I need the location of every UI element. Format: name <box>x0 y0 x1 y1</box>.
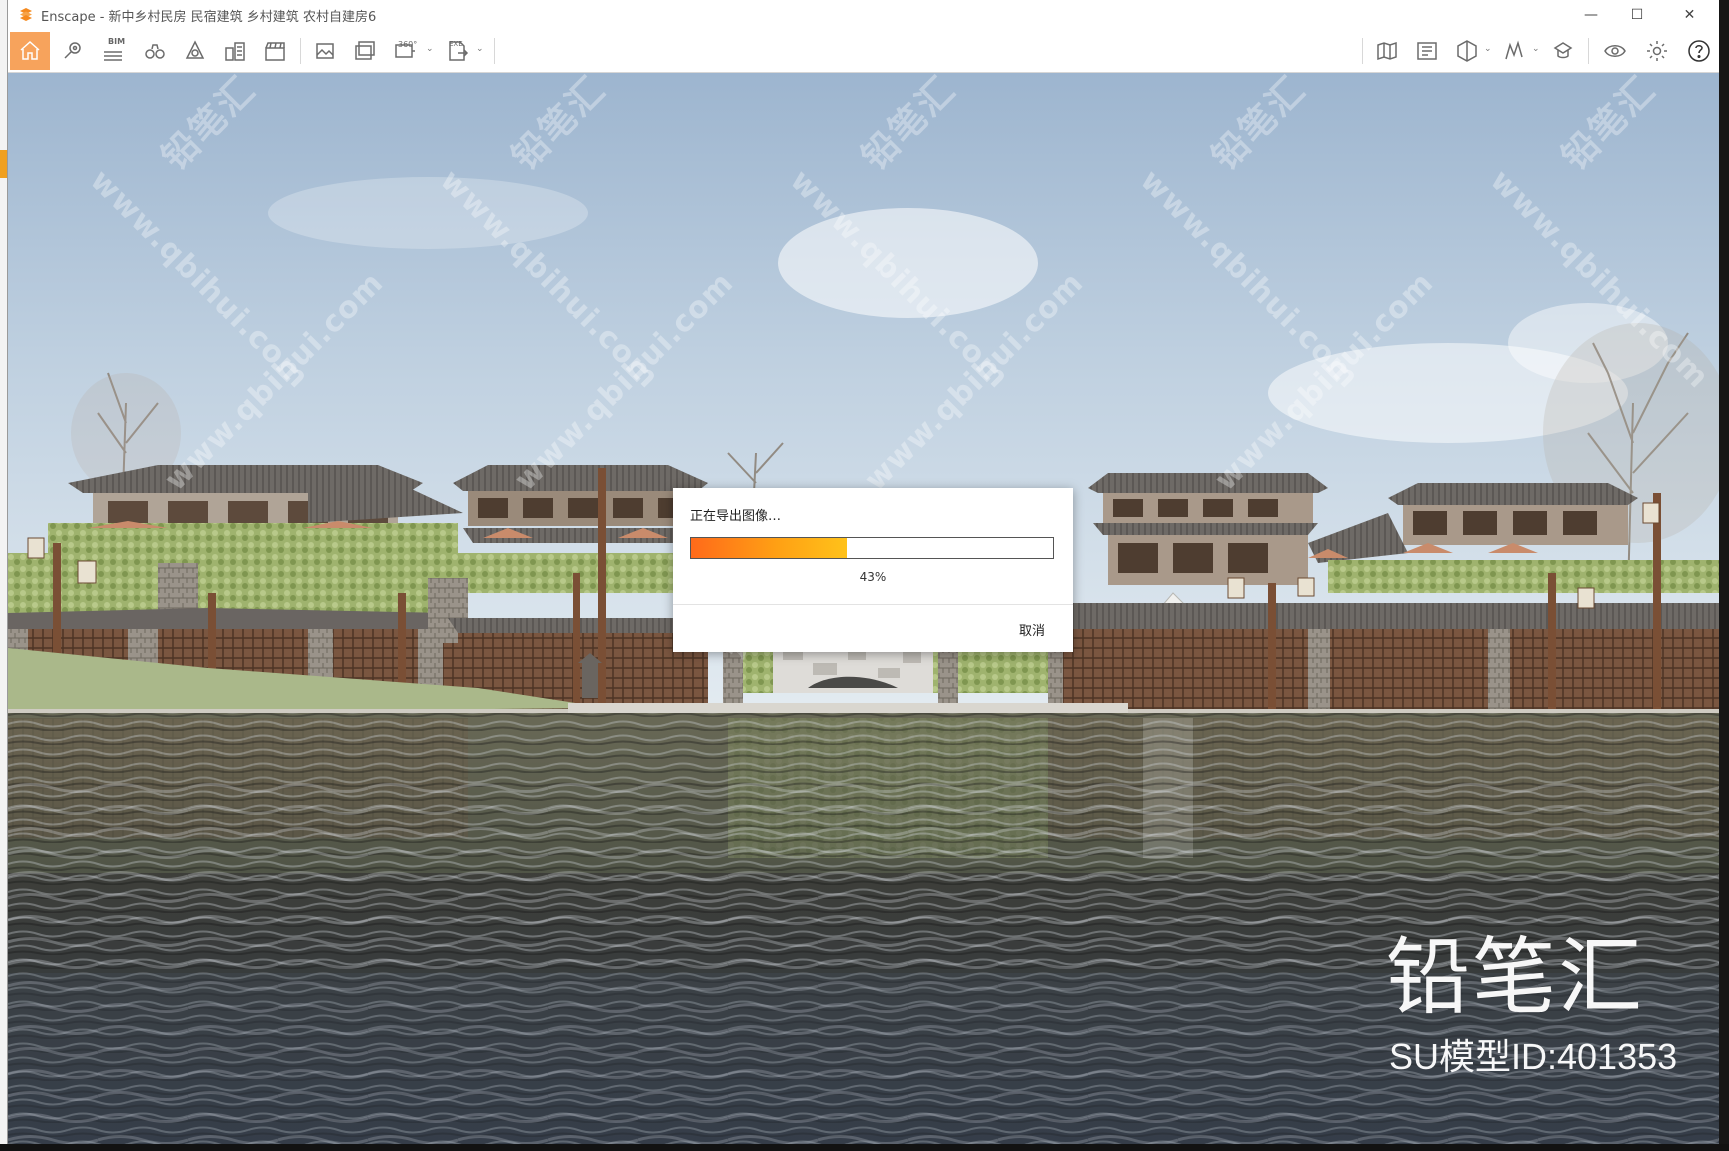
window-title: Enscape - 新中乡村民房 民宿建筑 乡村建筑 农村自建房6 <box>41 10 377 25</box>
minimize-button[interactable]: — <box>1568 0 1614 30</box>
toolbar-separator <box>1362 38 1363 64</box>
orthographic-button[interactable] <box>178 34 212 68</box>
cancel-button[interactable]: 取消 <box>1019 620 1045 639</box>
toolbar-separator <box>494 38 495 64</box>
material-dropdown-chevron-icon[interactable]: ⌄ <box>1532 44 1540 54</box>
vr-button[interactable] <box>1598 34 1632 68</box>
library-icon <box>1417 42 1437 60</box>
export-progress-dialog: 正在导出图像… 43% 取消 <box>673 488 1073 652</box>
export-progress-bar <box>690 537 1054 559</box>
title-bar: Enscape - 新中乡村民房 民宿建筑 乡村建筑 农村自建房6 — ☐ ✕ <box>8 0 1719 30</box>
export-progress-fill <box>691 538 847 558</box>
visual-settings-button[interactable] <box>1640 34 1674 68</box>
render-image-button[interactable] <box>308 34 342 68</box>
pin-icon <box>64 42 81 59</box>
materials-button[interactable] <box>1450 34 1484 68</box>
export-dropdown-chevron-icon[interactable]: ⌄ <box>476 44 484 54</box>
asset-icon <box>1457 40 1477 62</box>
batch-render-button[interactable] <box>348 34 382 68</box>
map-button[interactable] <box>1370 34 1404 68</box>
close-button[interactable]: ✕ <box>1660 0 1719 30</box>
brand-watermark: 铅笔汇 <box>1386 928 1645 1026</box>
home-button[interactable] <box>10 32 50 70</box>
model-id-watermark: SU模型ID:401353 <box>1389 1036 1678 1077</box>
site-context-button[interactable] <box>218 34 252 68</box>
material-icon <box>1505 40 1523 60</box>
vr-icon <box>1604 45 1626 57</box>
map-icon <box>1377 41 1397 61</box>
clapperboard-icon <box>265 42 285 61</box>
buildings-icon <box>225 42 245 61</box>
enscape-logo-icon <box>20 8 32 21</box>
asset-library-button[interactable] <box>1410 34 1444 68</box>
dialog-title: 正在导出图像… <box>690 509 782 524</box>
screenshot-icon <box>316 43 334 59</box>
panorama-dropdown-chevron-icon[interactable]: ⌄ <box>426 44 434 54</box>
upload-button[interactable] <box>1546 34 1580 68</box>
progress-percent: 43% <box>859 570 887 584</box>
camera-icon <box>185 40 205 59</box>
help-button[interactable] <box>1682 34 1716 68</box>
desktop-bottom-edge <box>0 1144 1729 1151</box>
toolbar: BIM 360° ⌄ EXE ⌄ ⌄ ⌄ <box>8 30 1719 94</box>
binoculars-icon <box>145 44 165 59</box>
toolbar-separator <box>300 38 301 64</box>
exe-label: EXE <box>449 40 463 48</box>
bim-label: BIM <box>108 37 126 46</box>
video-editor-button[interactable] <box>258 34 292 68</box>
walk-mode-button[interactable] <box>138 34 172 68</box>
visual-settings-icon <box>1647 41 1667 61</box>
desktop-file-tab <box>0 150 7 178</box>
panorama-label: 360° <box>398 40 418 49</box>
dialog-divider <box>673 604 1073 605</box>
render-viewport[interactable]: 铅笔汇 铅笔汇 铅笔汇 铅笔汇 铅笔汇 www.qbihui.com www.q… <box>8 73 1719 1144</box>
maximize-button[interactable]: ☐ <box>1614 0 1660 30</box>
home-icon <box>20 40 40 60</box>
batch-render-icon <box>355 41 375 60</box>
toolbar-separator <box>1588 38 1589 64</box>
enscape-window: Enscape - 新中乡村民房 民宿建筑 乡村建筑 农村自建房6 — ☐ ✕ … <box>8 0 1719 1144</box>
material-editor-button[interactable] <box>1498 34 1532 68</box>
set-view-button[interactable] <box>56 34 90 68</box>
upload-icon <box>1553 42 1573 59</box>
bim-button[interactable]: BIM <box>96 34 130 68</box>
desktop-right-edge <box>1719 0 1729 1151</box>
materials-dropdown-chevron-icon[interactable]: ⌄ <box>1484 44 1492 54</box>
help-icon <box>1688 40 1710 62</box>
